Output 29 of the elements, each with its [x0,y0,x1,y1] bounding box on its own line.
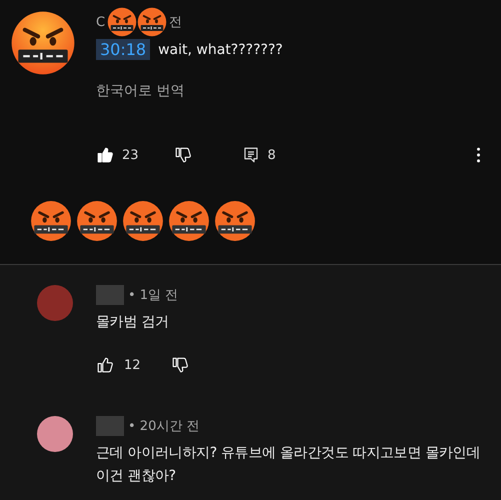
author-name: C [96,14,106,30]
more-icon[interactable] [476,147,481,163]
comment-time: • 20시간 전 [128,418,200,435]
cursing-face-icon [10,10,76,76]
comment-text: 근데 아이러니하지? 유튜브에 올라간것도 따지고보면 몰카인데 이건 괜찮아? [96,444,482,486]
cursing-face-icon [214,200,256,242]
comment-text: wait, what??????? [158,42,283,58]
cursing-face-icon [76,200,118,242]
cursing-face-icon [107,7,138,37]
like-count: 23 [122,148,139,162]
redacted-name [96,285,124,305]
cursing-face-icon [168,200,210,242]
cursing-face-icon [122,200,164,242]
redacted-name [96,416,124,436]
like-icon[interactable] [96,146,114,164]
comment-time: • 1일 전 [128,287,178,304]
comment-text: 몰카범 검거 [96,313,170,332]
timestamp-link[interactable]: 30:18 [96,39,150,60]
translate-link[interactable]: 한국어로 번역 [96,82,184,100]
cursing-face-icon [137,7,168,37]
cursing-face-icon [30,200,72,242]
dislike-icon[interactable] [174,146,192,164]
avatar[interactable] [37,416,73,452]
reply-icon[interactable] [242,146,260,164]
comment-time: 전 [169,14,182,31]
like-count: 12 [124,358,141,372]
dislike-icon[interactable] [170,356,189,374]
reply-count: 8 [268,148,276,162]
like-icon[interactable] [96,356,114,374]
